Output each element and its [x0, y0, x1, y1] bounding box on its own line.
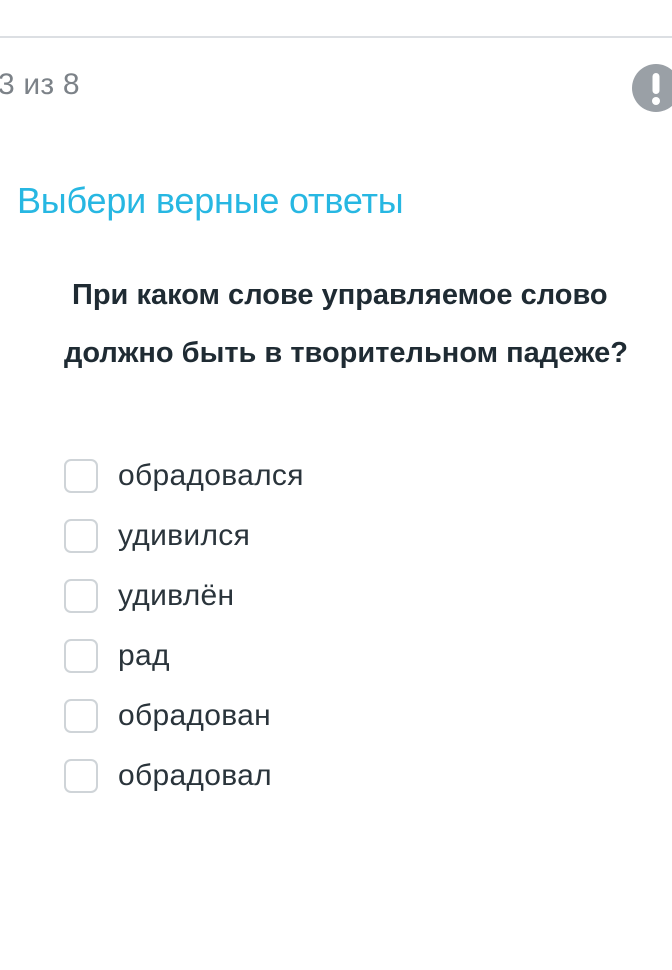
answer-label: обрадовал	[118, 759, 272, 792]
exclamation-icon	[652, 73, 660, 105]
answer-option[interactable]: обрадован	[64, 686, 304, 746]
header-divider	[0, 36, 672, 38]
answer-option[interactable]: рад	[64, 626, 304, 686]
answer-option[interactable]: обрадовал	[64, 746, 304, 806]
answer-checkbox[interactable]	[64, 519, 98, 553]
answer-label: обрадовался	[118, 459, 304, 492]
top-strip	[0, 0, 672, 36]
answer-label: удивился	[118, 519, 251, 552]
answer-option[interactable]: обрадовался	[64, 446, 304, 506]
answer-checkbox[interactable]	[64, 639, 98, 673]
task-title: Выбери верные ответы	[17, 180, 404, 221]
answer-checkbox[interactable]	[64, 699, 98, 733]
answer-label: рад	[118, 639, 170, 672]
answer-checkbox[interactable]	[64, 459, 98, 493]
question-counter: 3 из 8	[0, 68, 80, 101]
answer-checkbox[interactable]	[64, 579, 98, 613]
answer-option[interactable]: удивлён	[64, 566, 304, 626]
answer-checkbox[interactable]	[64, 759, 98, 793]
quiz-page: 3 из 8 Выбери верные ответы При каком сл…	[0, 0, 672, 970]
answer-options: обрадовался удивился удивлён рад обрадов…	[64, 446, 304, 806]
report-button[interactable]	[632, 64, 672, 112]
answer-label: удивлён	[118, 579, 235, 612]
question-text: При каком слове управляемое слово должно…	[64, 279, 628, 369]
answer-option[interactable]: удивился	[64, 506, 304, 566]
answer-label: обрадован	[118, 699, 271, 732]
